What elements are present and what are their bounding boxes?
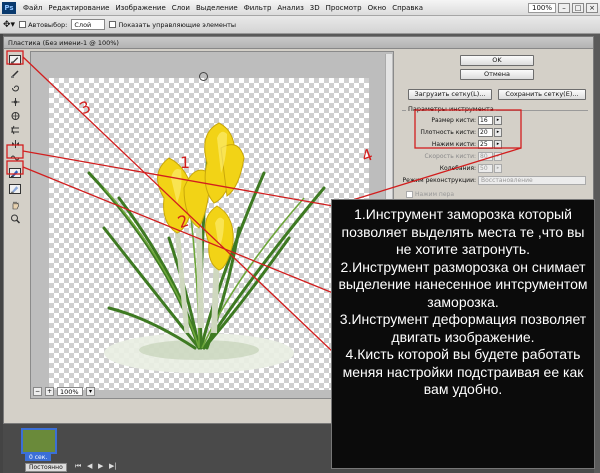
instruction-thaw: 2.Инструмент разморозка он снимает выдел… <box>338 258 588 310</box>
menu-right-group: 100% – □ × <box>527 2 600 13</box>
save-mesh-button[interactable]: Сохранить сетку(E)... <box>498 89 586 100</box>
menu-bar: Ps Файл Редактирование Изображение Слои … <box>0 0 600 16</box>
brush-pressure-field[interactable]: 25 <box>478 140 493 149</box>
menu-help[interactable]: Справка <box>389 4 426 12</box>
pucker-tool-icon[interactable] <box>9 97 21 107</box>
loop-select[interactable]: Постоянно <box>25 463 67 472</box>
menu-window[interactable]: Окно <box>365 4 390 12</box>
menu-layers[interactable]: Слои <box>169 4 193 12</box>
turbulence-arrow-icon: ▸ <box>494 164 502 173</box>
close-icon[interactable]: × <box>586 2 598 13</box>
play-icon[interactable]: ▶ <box>98 462 103 470</box>
instruction-freeze: 1.Инструмент заморозка который позволяет… <box>341 206 585 257</box>
menu-file[interactable]: Файл <box>20 4 45 12</box>
dialog-title: Пластика (Без имени-1 @ 100%) <box>4 37 593 49</box>
reconstruct-mode-select: Восстановление <box>478 176 586 185</box>
zoom-tool-icon[interactable] <box>9 214 21 224</box>
preview-zoom-field[interactable]: 100% <box>57 386 83 396</box>
brush-density-label: Плотность кисти: <box>420 129 476 136</box>
menu-3d[interactable]: 3D <box>307 4 323 12</box>
autoselect-checkbox[interactable]: Автовыбор: <box>19 21 67 29</box>
screenshot-root: Ps Файл Редактирование Изображение Слои … <box>0 0 600 473</box>
turbulence-tool-icon[interactable] <box>9 153 21 163</box>
turbulence-label: Колебания: <box>439 165 476 172</box>
twirl-tool-icon[interactable] <box>9 83 21 93</box>
tool-options-title: Параметры инструмента <box>406 105 496 113</box>
menu-analysis[interactable]: Анализ <box>274 4 306 12</box>
canvas-cursor-icon <box>199 72 208 81</box>
show-controls-checkbox[interactable]: Показать управляющие элементы <box>109 21 236 29</box>
brush-pressure-arrow-icon[interactable]: ▸ <box>494 140 502 149</box>
freeze-mask-tool-icon[interactable] <box>9 168 21 178</box>
reconstruct-mode-label: Режим реконструкции: <box>402 177 476 184</box>
mirror-tool-icon[interactable] <box>9 139 21 149</box>
forward-warp-tool-icon[interactable] <box>9 55 21 65</box>
zoom-out-button[interactable]: − <box>33 386 42 396</box>
stylus-pressure-checkbox: Нажим пера <box>406 191 454 198</box>
preview-zoom-row: − + 100% ▾ <box>33 386 95 396</box>
bloat-tool-icon[interactable] <box>9 111 21 121</box>
ok-button[interactable]: OK <box>460 55 534 66</box>
annotation-number-1: 1 <box>180 153 191 172</box>
zoom-in-button[interactable]: + <box>45 386 54 396</box>
instruction-warp: 3.Инструмент деформация позволяет двигат… <box>339 311 587 345</box>
turbulence-field: 50 <box>478 164 493 173</box>
photoshop-logo-icon: Ps <box>2 1 16 14</box>
preview-canvas[interactable] <box>49 72 369 390</box>
frame-delay[interactable]: 0 сек. <box>25 454 52 461</box>
app-zoom-select[interactable]: 100% <box>527 2 556 13</box>
menu-filter[interactable]: Фильтр <box>241 4 275 12</box>
maximize-icon[interactable]: □ <box>572 2 584 13</box>
move-tool-icon[interactable]: ✥▾ <box>3 20 15 30</box>
brush-size-label: Размер кисти: <box>431 117 476 124</box>
cancel-button[interactable]: Отмена <box>460 69 534 80</box>
crocus-flower-image <box>87 122 326 373</box>
first-frame-icon[interactable]: ⏮ <box>75 462 81 471</box>
zoom-dropdown-icon[interactable]: ▾ <box>86 386 95 396</box>
brush-density-arrow-icon[interactable]: ▸ <box>494 128 502 137</box>
minimize-icon[interactable]: – <box>558 2 570 13</box>
menu-edit[interactable]: Редактирование <box>45 4 112 12</box>
menu-select[interactable]: Выделение <box>193 4 241 12</box>
prev-frame-icon[interactable]: ◀ <box>87 462 92 470</box>
brush-rate-field: 80 <box>478 152 493 161</box>
menu-image[interactable]: Изображение <box>112 4 168 12</box>
animation-frame-thumbnail[interactable] <box>21 428 57 454</box>
brush-rate-arrow-icon: ▸ <box>494 152 502 161</box>
hand-tool-icon[interactable] <box>9 200 21 210</box>
brush-rate-label: Скорость кисти: <box>424 153 476 160</box>
brush-size-field[interactable]: 16 <box>478 116 493 125</box>
menu-view[interactable]: Просмотр <box>323 4 365 12</box>
instruction-box: 1.Инструмент заморозка который позволяет… <box>331 199 595 469</box>
brush-size-arrow-icon[interactable]: ▸ <box>494 116 502 125</box>
reconstruct-tool-icon[interactable] <box>9 69 21 79</box>
load-mesh-button[interactable]: Загрузить сетку(L)... <box>408 89 492 100</box>
thaw-mask-tool-icon[interactable] <box>9 184 21 194</box>
brush-density-field[interactable]: 20 <box>478 128 493 137</box>
options-bar: ✥▾ Автовыбор: Слой Показать управляющие … <box>0 16 600 34</box>
next-frame-icon[interactable]: ▶| <box>109 462 117 470</box>
brush-pressure-label: Нажим кисти: <box>431 141 476 148</box>
instruction-brush: 4.Кисть которой вы будете работать меняя… <box>342 346 584 397</box>
autoselect-select[interactable]: Слой <box>71 19 106 30</box>
push-left-tool-icon[interactable] <box>9 125 21 135</box>
liquify-toolbar <box>6 53 26 224</box>
